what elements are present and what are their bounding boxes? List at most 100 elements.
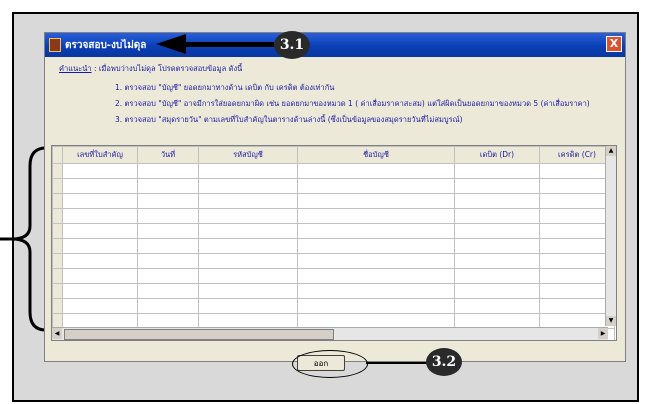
table-cell[interactable] — [297, 178, 455, 194]
table-cell[interactable] — [297, 223, 455, 239]
voucher-grid[interactable]: เลขที่ใบสำคัญ วันที่ รหัสบัญชี ชื่อบัญชี… — [51, 145, 617, 341]
column-header-account-code[interactable]: รหัสบัญชี — [198, 146, 298, 164]
table-cell[interactable] — [454, 238, 540, 254]
table-cell[interactable] — [454, 298, 540, 314]
table-cell[interactable] — [62, 223, 138, 239]
table-cell[interactable] — [137, 253, 199, 269]
scroll-left-icon[interactable]: ◀ — [52, 328, 62, 339]
table-cell[interactable] — [62, 208, 138, 224]
table-cell[interactable] — [137, 193, 199, 209]
horizontal-scrollbar[interactable]: ◀ ▶ — [52, 327, 608, 340]
row-header[interactable] — [52, 283, 63, 299]
table-cell[interactable] — [137, 223, 199, 239]
table-cell[interactable] — [198, 178, 298, 194]
table-cell[interactable] — [198, 283, 298, 299]
table-cell[interactable] — [539, 223, 615, 239]
table-cell[interactable] — [297, 268, 455, 284]
table-cell[interactable] — [137, 208, 199, 224]
row-header[interactable] — [52, 253, 63, 269]
table-cell[interactable] — [198, 298, 298, 314]
table-cell[interactable] — [454, 223, 540, 239]
table-row[interactable] — [52, 298, 615, 314]
table-cell[interactable] — [454, 268, 540, 284]
table-cell[interactable] — [198, 193, 298, 209]
table-cell[interactable] — [62, 298, 138, 314]
table-cell[interactable] — [137, 268, 199, 284]
table-row[interactable] — [52, 238, 615, 254]
table-cell[interactable] — [454, 178, 540, 194]
table-cell[interactable] — [62, 268, 138, 284]
table-cell[interactable] — [62, 193, 138, 209]
table-cell[interactable] — [198, 163, 298, 179]
row-header[interactable] — [52, 193, 63, 209]
table-cell[interactable] — [539, 253, 615, 269]
column-header-date[interactable]: วันที่ — [137, 146, 199, 164]
scroll-right-icon[interactable]: ▶ — [598, 328, 608, 339]
table-cell[interactable] — [454, 193, 540, 209]
table-row[interactable] — [52, 283, 615, 299]
table-cell[interactable] — [198, 238, 298, 254]
table-cell[interactable] — [297, 193, 455, 209]
table-cell[interactable] — [539, 238, 615, 254]
table-cell[interactable] — [198, 208, 298, 224]
table-cell[interactable] — [137, 298, 199, 314]
table-cell[interactable] — [539, 208, 615, 224]
table-cell[interactable] — [62, 163, 138, 179]
table-cell[interactable] — [62, 253, 138, 269]
table-row[interactable] — [52, 178, 615, 194]
table-cell[interactable] — [297, 253, 455, 269]
table-cell[interactable] — [198, 223, 298, 239]
table-row[interactable] — [52, 163, 615, 179]
row-header[interactable] — [52, 238, 63, 254]
table-cell[interactable] — [297, 298, 455, 314]
table-cell[interactable] — [62, 238, 138, 254]
row-header[interactable] — [52, 163, 63, 179]
table-cell[interactable] — [198, 268, 298, 284]
row-header[interactable] — [52, 268, 63, 284]
table-row[interactable] — [52, 268, 615, 284]
column-header-account-name[interactable]: ชื่อบัญชี — [297, 146, 455, 164]
scroll-down-icon[interactable]: ▼ — [606, 316, 616, 326]
table-row[interactable] — [52, 208, 615, 224]
table-cell[interactable] — [137, 283, 199, 299]
row-header[interactable] — [52, 298, 63, 314]
vertical-scrollbar[interactable]: ▲ ▼ — [605, 146, 616, 326]
table-cell[interactable] — [454, 283, 540, 299]
table-header-row: เลขที่ใบสำคัญ วันที่ รหัสบัญชี ชื่อบัญชี… — [52, 146, 615, 164]
column-header-voucher-no[interactable]: เลขที่ใบสำคัญ — [62, 146, 138, 164]
table-cell[interactable] — [454, 253, 540, 269]
exit-button-highlight-oval — [292, 350, 368, 378]
table-cell[interactable] — [198, 253, 298, 269]
table-cell[interactable] — [297, 208, 455, 224]
table-cell[interactable] — [137, 238, 199, 254]
table-cell[interactable] — [137, 163, 199, 179]
table-cell[interactable] — [297, 238, 455, 254]
table-row[interactable] — [52, 223, 615, 239]
table-cell[interactable] — [539, 298, 615, 314]
table-cell[interactable] — [62, 178, 138, 194]
row-header[interactable] — [52, 208, 63, 224]
callout-connector-line — [366, 362, 428, 364]
table-cell[interactable] — [539, 163, 615, 179]
table-cell[interactable] — [539, 268, 615, 284]
table-cell[interactable] — [454, 163, 540, 179]
table-cell[interactable] — [539, 193, 615, 209]
table-cell[interactable] — [297, 163, 455, 179]
scroll-up-icon[interactable]: ▲ — [606, 146, 616, 156]
table-cell[interactable] — [62, 283, 138, 299]
table-cell[interactable] — [297, 283, 455, 299]
table-cell[interactable] — [454, 208, 540, 224]
instruction-item: 2. ตรวจสอบ "บัญชี" อาจมีการใส่ยอดยกมาผิด… — [115, 99, 590, 108]
column-header-credit[interactable]: เครดิต (Cr) — [539, 146, 615, 164]
column-header-debit[interactable]: เดบิต (Dr) — [454, 146, 540, 164]
table-cell[interactable] — [539, 283, 615, 299]
table-row[interactable] — [52, 253, 615, 269]
close-icon[interactable]: X — [606, 36, 622, 52]
row-header[interactable] — [52, 223, 63, 239]
title-bar[interactable]: ตรวจสอบ-งบไม่ดุล X — [45, 33, 625, 57]
table-cell[interactable] — [137, 178, 199, 194]
table-row[interactable] — [52, 193, 615, 209]
row-header[interactable] — [52, 178, 63, 194]
horizontal-scroll-thumb[interactable] — [64, 329, 334, 340]
table-cell[interactable] — [539, 178, 615, 194]
